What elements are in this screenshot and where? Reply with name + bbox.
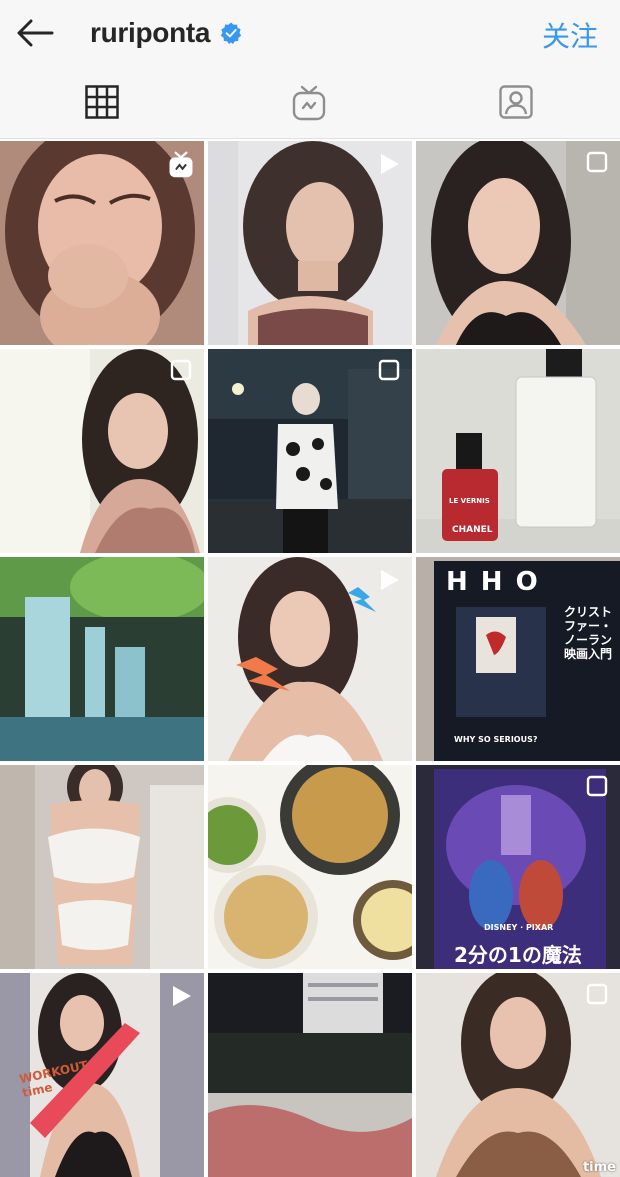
post-image-food-bowls [208,765,412,969]
post-thumbnail[interactable] [208,141,412,345]
post-image-woman-white-lingerie [0,765,204,969]
post-image-waterfall [0,557,204,761]
carousel-icon [170,359,192,381]
post-thumbnail[interactable]: H H O クリストファー・ノーラン映画入門 WHY SO SERIOUS? [416,557,620,761]
post-thumbnail[interactable] [0,765,204,969]
back-button[interactable] [14,16,56,50]
video-icon [381,570,399,590]
post-thumbnail[interactable]: LE VERNIS CHANEL [416,349,620,553]
tab-posts-grid[interactable] [0,66,206,138]
verified-badge-icon [220,22,242,44]
magazine-caption: WHY SO SERIOUS? [454,735,538,744]
poster-brand: DISNEY · PIXAR [484,923,554,932]
igtv-icon [292,85,326,121]
post-image-city-graffiti [208,973,412,1177]
video-icon [381,154,399,174]
post-thumbnail[interactable] [416,141,620,345]
posts-grid: LE VERNIS CHANEL H H O クリストファー・ノーラン映画入門 … [0,141,620,1177]
tagged-icon [499,85,533,119]
post-thumbnail[interactable] [0,557,204,761]
post-thumbnail[interactable] [208,973,412,1177]
magazine-title: H H O [446,567,540,597]
carousel-icon [586,983,608,1005]
carousel-icon [586,151,608,173]
post-thumbnail[interactable]: time [416,973,620,1177]
tab-tagged[interactable] [414,66,620,138]
polish-label: LE VERNIS [449,497,490,505]
back-arrow-icon [17,19,54,47]
post-thumbnail[interactable] [208,557,412,761]
post-image-chanel-nail-polish [416,349,620,553]
tab-igtv[interactable] [207,66,413,138]
post-thumbnail[interactable] [208,349,412,553]
poster-title: 2分の1の魔法 [454,943,582,967]
post-thumbnail[interactable]: WORKOUT time [0,973,204,1177]
polish-brand: CHANEL [452,525,493,535]
top-bar: ruriponta 关注 [0,0,620,66]
grid-icon [85,85,119,119]
carousel-icon [378,359,400,381]
post-thumbnail[interactable] [0,141,204,345]
profile-tabs [0,66,620,139]
post-thumbnail[interactable] [208,765,412,969]
profile-username: ruriponta [90,17,211,48]
igtv-icon [169,151,193,178]
magazine-japanese-headline: クリストファー・ノーラン映画入門 [564,605,613,661]
post-thumbnail[interactable]: DISNEY · PIXAR 2分の1の魔法 [416,765,620,969]
video-icon [173,986,191,1006]
post-thumbnail[interactable] [0,349,204,553]
follow-button[interactable]: 关注 [542,15,598,55]
carousel-icon [586,775,608,797]
